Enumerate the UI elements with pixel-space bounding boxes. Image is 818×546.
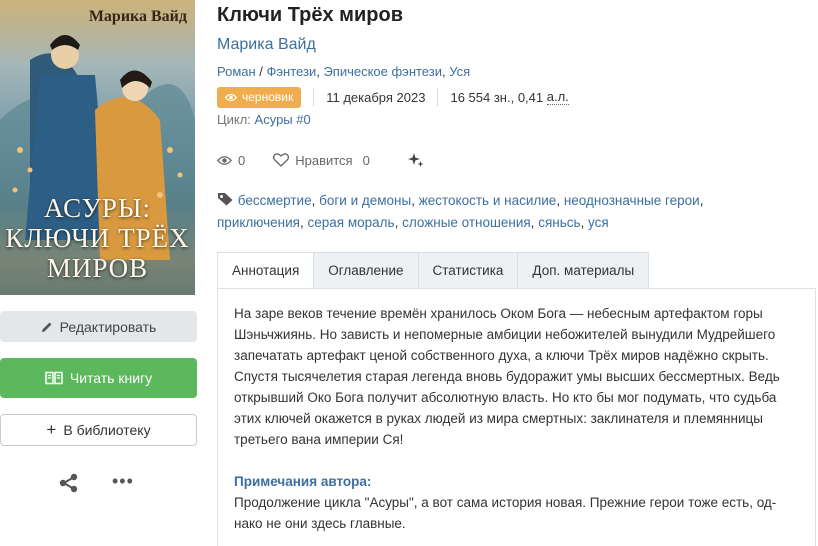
genre-link[interactable]: Эпическое фэнтези	[323, 64, 442, 79]
read-book-button[interactable]: Читать книгу	[0, 358, 197, 398]
tab-extra-materials[interactable]: Доп. материалы	[518, 252, 650, 289]
likes-count: 0	[362, 152, 370, 168]
eye-icon	[217, 155, 232, 165]
book-meta: черновик 11 декабря 2023 16 554 зн., 0,4…	[217, 86, 569, 108]
tag-link[interactable]: жестокость и насилие	[419, 193, 557, 208]
sparkles-button[interactable]	[407, 152, 424, 168]
genre-link[interactable]: Фэнтези	[267, 64, 317, 79]
tag-link[interactable]: приключения	[217, 215, 300, 230]
genres-list: Роман / Фэнтези, Эпическое фэнтези, Уся	[217, 64, 471, 79]
book-size: 16 554 зн., 0,41	[450, 89, 544, 105]
cycle-info: Цикл: Асуры #0	[217, 112, 311, 127]
tag-link[interactable]: бессмертие	[238, 193, 312, 208]
tag-link[interactable]: уся	[588, 215, 609, 230]
open-book-icon	[45, 371, 63, 385]
plus-icon: +	[46, 420, 57, 439]
pencil-icon	[41, 322, 52, 332]
tag-link[interactable]: неоднозначные герои	[564, 193, 700, 208]
edit-button[interactable]: Редактировать	[0, 311, 197, 342]
annotation-text: На заре веков течение времён хранилось О…	[234, 306, 780, 447]
cycle-link[interactable]: Асуры #0	[255, 112, 311, 127]
tab-contents[interactable]: Оглавление	[314, 252, 419, 289]
more-options-icon[interactable]: •••	[112, 472, 134, 490]
status-badge: черновик	[217, 86, 302, 108]
author-notes-heading: Примечания автора:	[234, 474, 372, 489]
tag-link[interactable]: сложные отношения	[402, 215, 531, 230]
book-cover[interactable]: Марика Вайд АСУРЫ: КЛЮЧИ ТРЁХ МИРОВ	[0, 0, 195, 295]
add-to-library-button[interactable]: + В библиотеку	[0, 414, 197, 446]
views-counter: 0	[217, 153, 245, 168]
book-title: Ключи Трёх миров	[217, 4, 403, 26]
annotation-panel: На заре веков течение времён хранилось О…	[217, 288, 816, 546]
share-row: •••	[0, 470, 197, 494]
genre-link[interactable]: Роман	[217, 64, 256, 79]
status-badge-label: черновик	[242, 90, 294, 104]
publish-date: 11 декабря 2023	[326, 89, 426, 105]
eye-icon	[225, 93, 237, 101]
tab-statistics[interactable]: Статистика	[418, 252, 519, 289]
book-stats: 0 Нравится 0	[217, 150, 424, 170]
tag-icon	[218, 193, 233, 206]
cover-title-line: МИРОВ	[46, 253, 149, 283]
sparkles-icon	[407, 153, 424, 167]
add-to-library-label: В библиотеку	[63, 422, 151, 438]
cover-title-line: АСУРЫ:	[44, 193, 151, 223]
cover-title-line: КЛЮЧИ ТРЁХ	[5, 223, 190, 253]
views-count: 0	[238, 152, 246, 168]
read-book-label: Читать книгу	[69, 370, 153, 386]
tag-link[interactable]: боги и демоны	[319, 193, 411, 208]
edit-button-label: Редактировать	[59, 318, 157, 335]
author-notes-text: Продолжение цикла "Асуры", а вот сама ис…	[234, 495, 777, 531]
author-link[interactable]: Марика Вайд	[217, 36, 316, 54]
tags-list: бессмертие, боги и демоны, жестокость и …	[217, 193, 704, 230]
heart-icon	[273, 153, 290, 167]
divider	[313, 88, 315, 106]
tag-link[interactable]: сяньсь	[538, 215, 580, 230]
like-button[interactable]: Нравится 0	[273, 153, 370, 168]
cycle-label: Цикл:	[217, 112, 251, 127]
cover-title: АСУРЫ: КЛЮЧИ ТРЁХ МИРОВ	[0, 193, 195, 283]
tag-link[interactable]: серая мораль	[308, 215, 395, 230]
genre-link[interactable]: Уся	[449, 64, 470, 79]
tabs-bar: Аннотация Оглавление Статистика Доп. мат…	[217, 252, 650, 289]
cover-author: Марика Вайд	[88, 8, 187, 25]
share-icon[interactable]	[58, 472, 80, 494]
divider	[437, 88, 439, 106]
tab-annotation[interactable]: Аннотация	[217, 252, 315, 289]
size-unit: а.л.	[546, 89, 569, 105]
likes-label: Нравится	[295, 152, 353, 168]
